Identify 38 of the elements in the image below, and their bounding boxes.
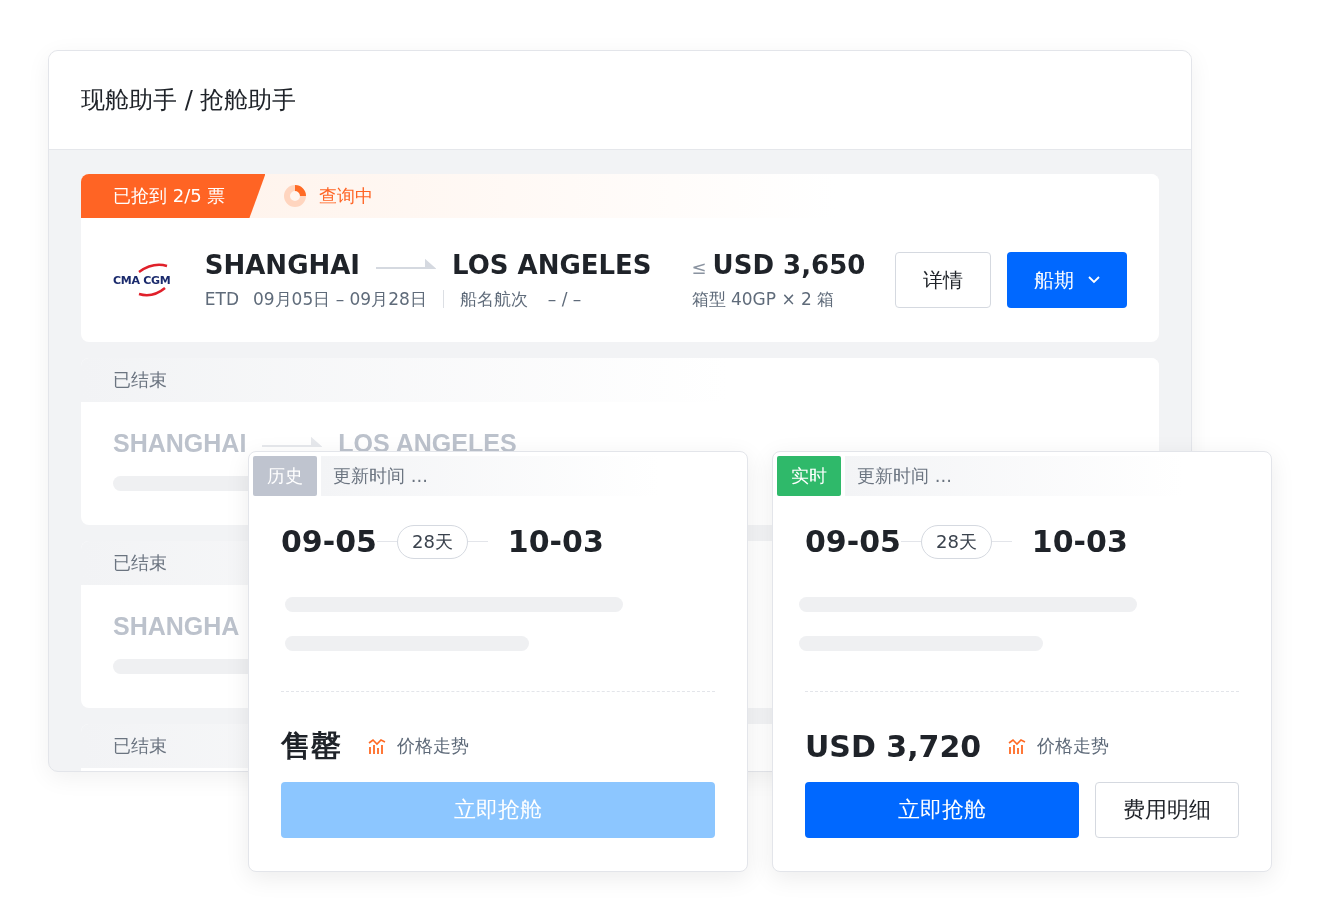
status-text: 查询中 xyxy=(319,184,374,208)
fee-details-button[interactable]: 费用明细 xyxy=(1095,782,1239,838)
vessel-label: 船名航次 xyxy=(459,287,528,311)
details-button[interactable]: 详情 xyxy=(895,252,991,308)
arrival-date: 10-03 xyxy=(507,524,604,559)
price: USD 3,720 xyxy=(805,728,982,764)
source-tag: 实时 xyxy=(777,456,841,496)
origin-port: SHANGHA xyxy=(113,611,240,641)
etd-label: ETD xyxy=(204,289,239,309)
arrival-date: 10-03 xyxy=(1031,524,1128,559)
price: USD 3,650 xyxy=(712,249,866,280)
etd-range: 09月05日 – 09月28日 xyxy=(253,287,427,311)
status-text: 已结束 xyxy=(113,368,167,392)
status-text: 已结束 xyxy=(113,734,167,758)
departure-date: 09-05 xyxy=(281,524,377,559)
origin-port: SHANGHAI xyxy=(113,428,247,458)
destination-port: LOS ANGELES xyxy=(452,249,652,280)
price-trend-link[interactable]: 价格走势 xyxy=(397,734,469,758)
origin-port: SHANGHAI xyxy=(204,249,361,280)
less-equal-sign: ≤ xyxy=(691,256,707,278)
book-now-button[interactable]: 立即抢舱 xyxy=(805,782,1079,838)
price-trend-link[interactable]: 价格走势 xyxy=(1037,734,1110,758)
source-tag: 历史 xyxy=(253,456,317,496)
route-arrow-icon xyxy=(262,437,323,449)
route-arrow-icon xyxy=(376,258,437,271)
status-text: 已结束 xyxy=(113,551,167,575)
price: 售罄 xyxy=(281,726,341,765)
departure-date: 09-05 xyxy=(805,524,901,559)
spinner-icon xyxy=(283,184,308,208)
page-title: 现舱助手 / 抢舱助手 xyxy=(81,85,297,116)
schedule-dropdown[interactable]: 船期 xyxy=(1007,252,1127,308)
vessel-value: – / – xyxy=(547,289,582,309)
container-info: 箱型 40GP × 2 箱 xyxy=(691,287,836,311)
grabbed-tag: 已抢到 2/5 票 xyxy=(81,174,266,218)
carrier-logo: CMA CGM xyxy=(113,258,205,302)
caret-icon xyxy=(1088,276,1100,284)
bar-chart-icon xyxy=(367,737,387,755)
bar-chart-icon xyxy=(1007,737,1028,755)
